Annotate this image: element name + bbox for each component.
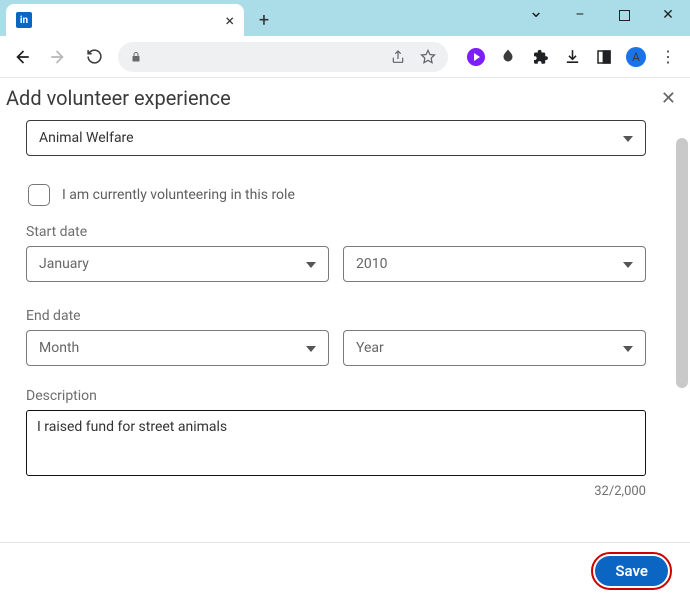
maximize-button[interactable] xyxy=(602,10,646,21)
modal-footer: Save xyxy=(0,542,690,598)
lock-icon xyxy=(130,50,142,64)
description-label: Description xyxy=(26,388,646,404)
currently-volunteering-label: I am currently volunteering in this role xyxy=(62,187,295,203)
chevron-down-icon xyxy=(623,340,633,356)
tabs-dropdown-icon[interactable] xyxy=(514,5,558,26)
save-button[interactable]: Save xyxy=(595,556,668,586)
chevron-down-icon xyxy=(306,340,316,356)
browser-menu-icon[interactable]: ⋮ xyxy=(658,47,678,67)
chevron-down-icon xyxy=(623,130,633,146)
bookmark-star-icon[interactable] xyxy=(420,49,436,65)
modal-title: Add volunteer experience xyxy=(6,86,231,110)
char-counter: 32/2,000 xyxy=(26,484,646,499)
form-scroll-area: Animal Welfare I am currently volunteeri… xyxy=(0,120,672,542)
chevron-down-icon xyxy=(306,256,316,272)
start-date-label: Start date xyxy=(26,224,646,240)
downloads-icon[interactable] xyxy=(562,47,582,67)
forward-button[interactable] xyxy=(42,41,74,73)
save-button-highlight: Save xyxy=(591,552,672,590)
modal-close-icon[interactable]: ✕ xyxy=(661,88,676,109)
back-button[interactable] xyxy=(6,41,38,73)
start-year-value: 2010 xyxy=(356,256,387,272)
address-bar[interactable] xyxy=(118,42,448,72)
cause-select-value: Animal Welfare xyxy=(39,130,134,146)
extensions-puzzle-icon[interactable] xyxy=(530,47,550,67)
start-year-select[interactable]: 2010 xyxy=(343,246,646,282)
browser-titlebar: in × + xyxy=(0,0,690,36)
extension-icons: A ⋮ xyxy=(456,47,684,67)
linkedin-favicon: in xyxy=(16,12,32,28)
page-content: Add volunteer experience ✕ Animal Welfar… xyxy=(0,78,690,598)
reload-button[interactable] xyxy=(78,41,110,73)
start-month-select[interactable]: January xyxy=(26,246,329,282)
currently-volunteering-row: I am currently volunteering in this role xyxy=(28,184,646,206)
description-textarea[interactable] xyxy=(26,410,646,476)
share-icon[interactable] xyxy=(390,49,406,65)
browser-tab[interactable]: in × xyxy=(6,4,244,36)
cause-select[interactable]: Animal Welfare xyxy=(26,120,646,156)
minimize-button[interactable] xyxy=(558,7,602,23)
vertical-scrollbar[interactable] xyxy=(676,138,688,388)
currently-volunteering-checkbox[interactable] xyxy=(28,184,50,206)
new-tab-button[interactable]: + xyxy=(250,6,278,34)
play-extension-icon[interactable] xyxy=(466,47,486,67)
browser-toolbar: A ⋮ xyxy=(0,36,690,78)
end-month-placeholder: Month xyxy=(39,340,79,356)
chevron-down-icon xyxy=(623,256,633,272)
end-date-label: End date xyxy=(26,308,646,324)
reader-mode-icon[interactable] xyxy=(594,47,614,67)
modal-header: Add volunteer experience ✕ xyxy=(0,78,690,120)
end-year-placeholder: Year xyxy=(356,340,384,356)
close-tab-icon[interactable]: × xyxy=(225,11,234,30)
profile-avatar[interactable]: A xyxy=(626,47,646,67)
window-close-button[interactable] xyxy=(646,7,690,23)
end-month-select[interactable]: Month xyxy=(26,330,329,366)
start-month-value: January xyxy=(39,256,89,272)
window-controls xyxy=(514,0,690,30)
end-year-select[interactable]: Year xyxy=(343,330,646,366)
padlet-extension-icon[interactable] xyxy=(498,47,518,67)
